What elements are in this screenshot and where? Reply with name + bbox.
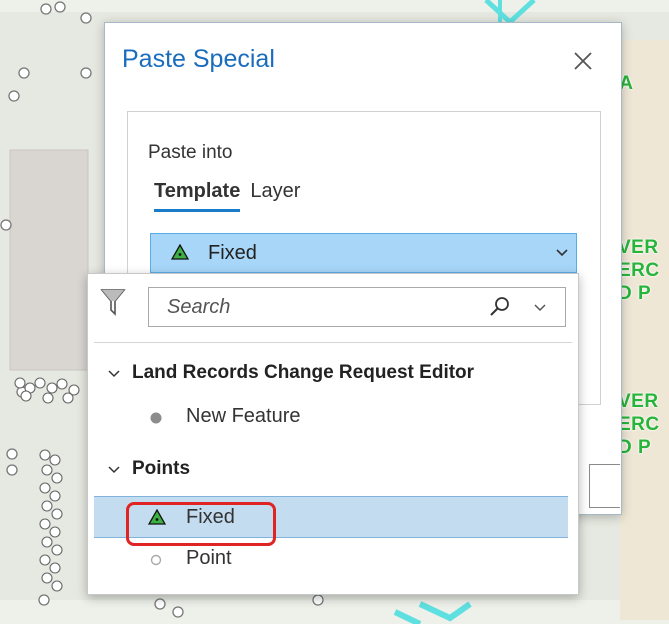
close-button[interactable]	[569, 47, 599, 77]
item-label: Fixed	[186, 506, 235, 528]
search-icon	[490, 297, 509, 316]
tab-layer[interactable]: Layer	[250, 180, 300, 212]
filter-button[interactable]	[100, 288, 126, 316]
list-item-fixed[interactable]: Fixed	[94, 496, 568, 538]
map-label-line: VER	[618, 237, 659, 258]
green-triangle-icon	[171, 244, 189, 260]
search-box	[148, 287, 566, 327]
chevron-down-icon	[108, 466, 120, 474]
select-value: Fixed	[208, 242, 257, 264]
map-label-3: VER ERC D P	[618, 390, 660, 459]
group-header-points[interactable]: Points	[88, 458, 288, 484]
list-item-point[interactable]: Point	[94, 540, 568, 578]
dialog-title: Paste Special	[122, 45, 275, 73]
paste-into-label: Paste into	[148, 142, 233, 163]
gray-dot-icon	[150, 412, 162, 424]
divider	[94, 342, 572, 343]
search-button[interactable]	[489, 296, 511, 318]
map-label-line: ERC	[618, 414, 660, 435]
close-icon	[574, 52, 592, 70]
hollow-circle-icon	[150, 554, 162, 566]
search-input[interactable]	[149, 288, 487, 326]
map-label-line: VER	[618, 391, 659, 412]
item-label: New Feature	[186, 405, 301, 427]
chevron-down-icon	[108, 370, 120, 378]
filter-icon	[100, 289, 126, 316]
tab-template[interactable]: Template	[154, 180, 241, 212]
group-label: Land Records Change Request Editor	[132, 362, 475, 383]
chevron-down-icon[interactable]	[533, 303, 547, 313]
map-label-line: D P	[618, 283, 652, 304]
chevron-down-icon	[556, 249, 568, 257]
group-label: Points	[132, 458, 191, 479]
list-item-new-feature[interactable]: New Feature	[94, 398, 568, 436]
item-label: Point	[186, 547, 232, 569]
map-label-2: VER ERC D P	[618, 236, 660, 305]
group-header-land-records[interactable]: Land Records Change Request Editor	[88, 362, 578, 388]
template-select[interactable]: Fixed	[150, 233, 577, 273]
template-dropdown-list: Land Records Change Request Editor New F…	[87, 273, 579, 595]
ok-button[interactable]	[589, 464, 620, 508]
map-label-line: ERC	[618, 260, 660, 281]
green-triangle-icon	[148, 509, 166, 525]
paste-into-tabs: Template Layer	[154, 180, 300, 212]
map-label-line: D P	[618, 437, 652, 458]
